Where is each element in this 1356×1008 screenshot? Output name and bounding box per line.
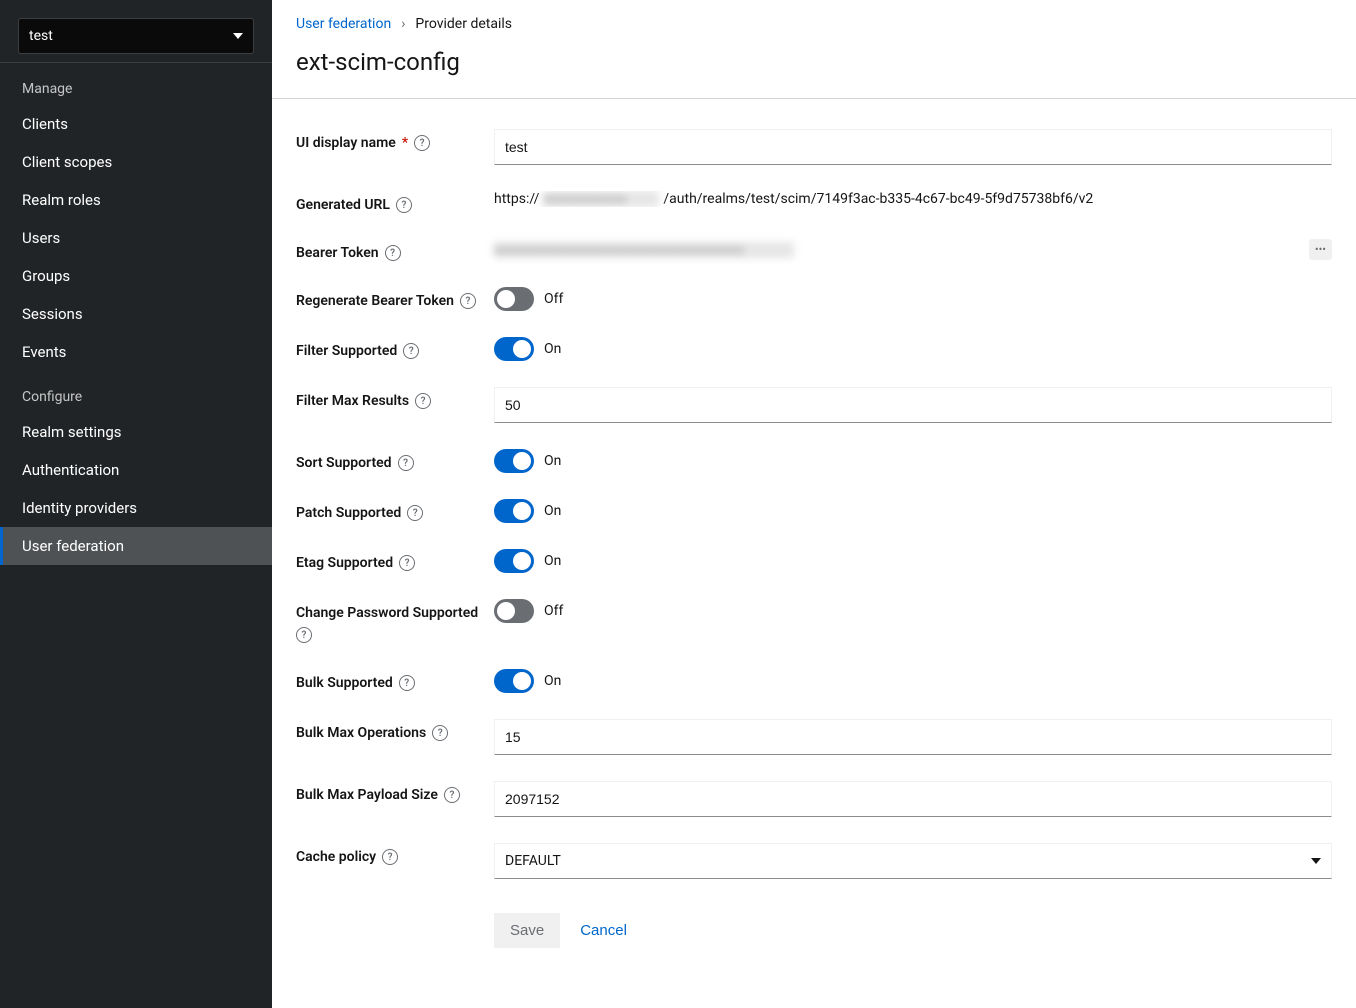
breadcrumb-current: Provider details <box>415 16 512 32</box>
help-icon[interactable]: ? <box>382 849 398 865</box>
save-button[interactable]: Save <box>494 913 560 948</box>
breadcrumb: User federation › Provider details <box>296 16 1332 32</box>
patch-supported-label: Patch Supported <box>296 505 401 521</box>
filter-max-results-label: Filter Max Results <box>296 393 409 409</box>
sidebar-item-groups[interactable]: Groups <box>0 257 272 295</box>
filter-supported-switch[interactable] <box>494 337 534 361</box>
bearer-token-label: Bearer Token <box>296 245 379 261</box>
sidebar-item-identity-providers[interactable]: Identity providers <box>0 489 272 527</box>
regenerate-token-state: Off <box>544 291 563 307</box>
help-icon[interactable]: ? <box>396 197 412 213</box>
bulk-max-ops-label: Bulk Max Operations <box>296 725 426 741</box>
chevron-down-icon <box>233 33 243 39</box>
sidebar-item-users[interactable]: Users <box>0 219 272 257</box>
cache-policy-label: Cache policy <box>296 849 376 865</box>
bulk-max-ops-input[interactable] <box>494 719 1332 755</box>
chevron-right-icon: › <box>401 16 405 32</box>
help-icon[interactable]: ? <box>414 135 430 151</box>
regenerate-token-switch[interactable] <box>494 287 534 311</box>
help-icon[interactable]: ? <box>399 675 415 691</box>
filter-max-results-input[interactable] <box>494 387 1332 423</box>
sort-supported-label: Sort Supported <box>296 455 392 471</box>
help-icon[interactable]: ? <box>444 787 460 803</box>
help-icon[interactable]: ? <box>432 725 448 741</box>
generated-url-suffix: /auth/realms/test/scim/7149f3ac-b335-4c6… <box>663 191 1093 207</box>
help-icon[interactable]: ? <box>398 455 414 471</box>
etag-supported-label: Etag Supported <box>296 555 393 571</box>
sidebar-item-user-federation[interactable]: User federation <box>0 527 272 565</box>
bulk-max-payload-label: Bulk Max Payload Size <box>296 787 438 803</box>
generated-url-prefix: https:// <box>494 191 539 207</box>
cancel-button[interactable]: Cancel <box>580 922 627 939</box>
bulk-supported-state: On <box>544 673 561 689</box>
configure-section-title: Configure <box>0 371 272 413</box>
help-icon[interactable]: ? <box>415 393 431 409</box>
realm-selector-value: test <box>29 28 53 44</box>
etag-supported-switch[interactable] <box>494 549 534 573</box>
help-icon[interactable]: ? <box>399 555 415 571</box>
breadcrumb-user-federation[interactable]: User federation <box>296 16 391 32</box>
sort-supported-state: On <box>544 453 561 469</box>
help-icon[interactable]: ? <box>460 293 476 309</box>
help-icon[interactable]: ? <box>385 245 401 261</box>
sidebar-item-events[interactable]: Events <box>0 333 272 371</box>
bulk-max-payload-input[interactable] <box>494 781 1332 817</box>
sidebar-item-realm-roles[interactable]: Realm roles <box>0 181 272 219</box>
generated-url-label: Generated URL <box>296 197 390 213</box>
sidebar-item-realm-settings[interactable]: Realm settings <box>0 413 272 451</box>
redacted-host: xxxxxxxxxxxx <box>543 191 659 207</box>
help-icon[interactable]: ? <box>403 343 419 359</box>
generated-url-input[interactable]: https:// xxxxxxxxxxxx /auth/realms/test/… <box>494 191 1332 207</box>
sidebar-item-clients[interactable]: Clients <box>0 105 272 143</box>
help-icon[interactable]: ? <box>407 505 423 521</box>
change-password-switch[interactable] <box>494 599 534 623</box>
page-title: ext-scim-config <box>296 48 1332 76</box>
sidebar-item-authentication[interactable]: Authentication <box>0 451 272 489</box>
filter-supported-state: On <box>544 341 561 357</box>
ui-display-name-label: UI display name <box>296 135 396 151</box>
regenerate-token-label: Regenerate Bearer Token <box>296 293 454 309</box>
sidebar-item-sessions[interactable]: Sessions <box>0 295 272 333</box>
patch-supported-switch[interactable] <box>494 499 534 523</box>
etag-supported-state: On <box>544 553 561 569</box>
reveal-token-icon[interactable]: ••• <box>1309 239 1332 260</box>
required-indicator: * <box>402 135 408 151</box>
change-password-label: Change Password Supported <box>296 605 478 621</box>
help-icon[interactable]: ? <box>296 627 312 643</box>
filter-supported-label: Filter Supported <box>296 343 397 359</box>
manage-section-title: Manage <box>0 63 272 105</box>
bulk-supported-label: Bulk Supported <box>296 675 393 691</box>
sidebar: test Manage Clients Client scopes Realm … <box>0 0 272 1008</box>
patch-supported-state: On <box>544 503 561 519</box>
change-password-state: Off <box>544 603 563 619</box>
cache-policy-value: DEFAULT <box>505 853 561 869</box>
sort-supported-switch[interactable] <box>494 449 534 473</box>
ui-display-name-input[interactable] <box>494 129 1332 165</box>
bearer-token-input[interactable]: xxxxxxxxxxxxxxxxxxxxxxxxxxxxxxxxxxxx <box>494 242 794 258</box>
main-content: User federation › Provider details ext-s… <box>272 0 1356 1008</box>
bulk-supported-switch[interactable] <box>494 669 534 693</box>
realm-selector[interactable]: test <box>18 18 254 54</box>
redacted-token: xxxxxxxxxxxxxxxxxxxxxxxxxxxxxxxxxxxx <box>494 242 794 258</box>
chevron-down-icon <box>1311 858 1321 864</box>
cache-policy-select[interactable]: DEFAULT <box>494 843 1332 879</box>
sidebar-item-client-scopes[interactable]: Client scopes <box>0 143 272 181</box>
